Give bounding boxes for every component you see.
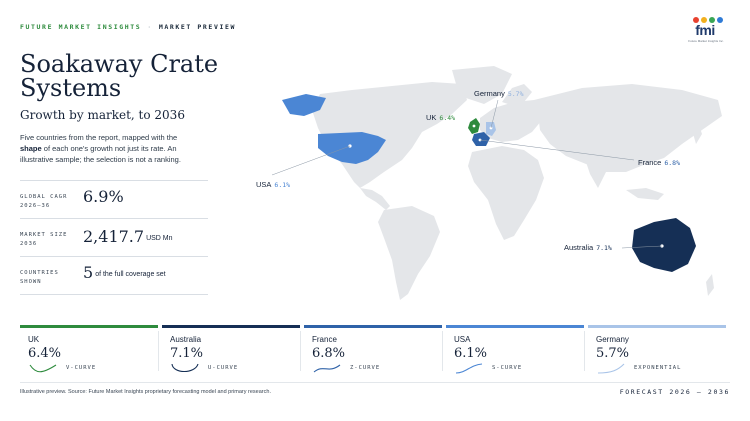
- stat-value: 2,417.7 USD Mn: [83, 227, 173, 246]
- curve-shape-icon: [597, 363, 625, 374]
- map-label-australia: Australia 7.1%: [564, 243, 612, 252]
- card-cagr-value: 5.7%: [596, 346, 630, 361]
- stat-value: 6.9%: [83, 187, 124, 206]
- card-cagr-value: 7.1%: [170, 346, 204, 361]
- stat-unit: USD Mn: [146, 235, 173, 242]
- card-separator: [584, 331, 585, 371]
- stat-countries: COUNTRIES SHOWN 5 of the full coverage se…: [20, 256, 208, 295]
- curve-shape-icon: [171, 363, 199, 373]
- intro-after: of each one's growth not just its rate. …: [20, 144, 181, 164]
- stat-market-size: MARKET SIZE 2036 2,417.7 USD Mn: [20, 218, 208, 257]
- card-cagr-value: 6.8%: [312, 346, 346, 361]
- card-accent-bar: [20, 325, 158, 328]
- page-subtitle: Growth by market, to 2036: [20, 108, 185, 122]
- card-accent-bar: [304, 325, 442, 328]
- country-card-germany[interactable]: Germany 5.7% EXPONENTIAL: [588, 325, 726, 375]
- map-label-name: Germany: [474, 89, 505, 98]
- leader-usa: [271, 145, 351, 176]
- marker-uk: [472, 124, 476, 128]
- curve-shape-icon: [455, 363, 483, 374]
- curve-line: [171, 363, 199, 373]
- card-curve-label: Z-CURVE: [350, 365, 381, 371]
- card-curve-label: S-CURVE: [492, 365, 523, 371]
- map-label-germany: Germany 5.7%: [474, 89, 524, 98]
- card-separator: [158, 331, 159, 371]
- stat-label: GLOBAL CAGR 2026–36: [20, 194, 68, 209]
- card-accent-bar: [446, 325, 584, 328]
- card-separator: [300, 331, 301, 371]
- card-cagr-value: 6.4%: [28, 346, 62, 361]
- landmass-south-america: [378, 206, 440, 300]
- landmass-central-america: [360, 188, 390, 210]
- card-curve-label: U-CURVE: [208, 365, 239, 371]
- map-label-value: 5.7%: [507, 90, 524, 98]
- intro-text: Five countries from the report, mapped w…: [20, 132, 190, 165]
- curve-shape-icon: [313, 364, 341, 373]
- landmass-africa: [468, 146, 544, 240]
- map-label-uk: UK 6.4%: [426, 113, 455, 122]
- stat-label: COUNTRIES SHOWN: [20, 270, 59, 285]
- stat-value-number: 2,417.7: [83, 227, 145, 246]
- card-curve-label: V-CURVE: [66, 365, 97, 371]
- curve-line: [313, 364, 341, 373]
- logo-word: fmi: [695, 22, 715, 38]
- card-country-name: Australia: [170, 335, 202, 344]
- curve-line: [455, 363, 483, 374]
- map-label-usa: USA 6.1%: [256, 180, 290, 189]
- curve-line: [29, 364, 57, 373]
- map-label-value: 6.4%: [439, 114, 456, 122]
- country-card-uk[interactable]: UK 6.4% V-CURVE: [20, 325, 158, 375]
- top-bar: FUTURE MARKET INSIGHTS · MARKET PREVIEW: [20, 23, 236, 31]
- page-title: Soakaway Crate Systems: [20, 50, 219, 102]
- intro-bold: shape: [20, 144, 42, 153]
- landmass-india: [584, 156, 606, 188]
- card-curve-label: EXPONENTIAL: [634, 365, 682, 371]
- intro-before: Five countries from the report, mapped w…: [20, 133, 178, 142]
- stat-label: MARKET SIZE 2036: [20, 232, 68, 247]
- card-country-name: UK: [28, 335, 40, 344]
- curve-shape-icon: [29, 364, 57, 373]
- country-card-usa[interactable]: USA 6.1% S-CURVE: [446, 325, 584, 375]
- map-label-value: 6.8%: [664, 159, 680, 167]
- logo-tagline: Future Market Insights Inc.: [688, 39, 724, 43]
- brand-name: FUTURE MARKET INSIGHTS: [20, 23, 142, 31]
- card-separator: [442, 331, 443, 371]
- country-australia: [632, 218, 696, 272]
- footer-forecast: FORECAST 2026 – 2036: [619, 388, 730, 396]
- map-label-value: 6.1%: [274, 181, 291, 189]
- card-country-name: Germany: [596, 335, 629, 344]
- card-cagr-value: 6.1%: [454, 346, 488, 361]
- map-label-france: France 6.8%: [638, 158, 680, 167]
- stat-global-cagr: GLOBAL CAGR 2026–36 6.9%: [20, 180, 208, 219]
- country-card-australia[interactable]: Australia 7.1% U-CURVE: [162, 325, 300, 375]
- map-label-name: Australia: [564, 243, 594, 252]
- footer-note: Illustrative preview. Source: Future Mar…: [20, 389, 271, 395]
- map-label-name: France: [638, 158, 662, 167]
- footer-divider: [20, 382, 730, 383]
- country-card-france[interactable]: France 6.8% Z-CURVE: [304, 325, 442, 375]
- card-country-name: USA: [454, 335, 471, 344]
- fmi-logo[interactable]: fmi Future Market Insights Inc.: [686, 16, 730, 44]
- card-accent-bar: [162, 325, 300, 328]
- stat-value-number: 5: [83, 263, 94, 282]
- card-accent-bar: [588, 325, 726, 328]
- stat-value: 5 of the full coverage set: [83, 263, 166, 282]
- card-country-name: France: [312, 335, 337, 344]
- separator: ·: [147, 23, 153, 31]
- landmass-indonesia: [626, 188, 664, 200]
- map-label-value: 7.1%: [596, 244, 612, 252]
- landmass-new-zealand: [706, 274, 714, 296]
- map-label-name: USA: [256, 180, 272, 189]
- curve-line: [597, 363, 625, 374]
- map-label-name: UK: [426, 113, 437, 122]
- stat-value-number: 6.9%: [83, 187, 124, 206]
- country-cards: UK 6.4% V-CURVE Australia 7.1% U-CURVE France 6…: [20, 325, 730, 375]
- stat-unit: of the full coverage set: [95, 271, 166, 278]
- section-name: MARKET PREVIEW: [158, 23, 236, 31]
